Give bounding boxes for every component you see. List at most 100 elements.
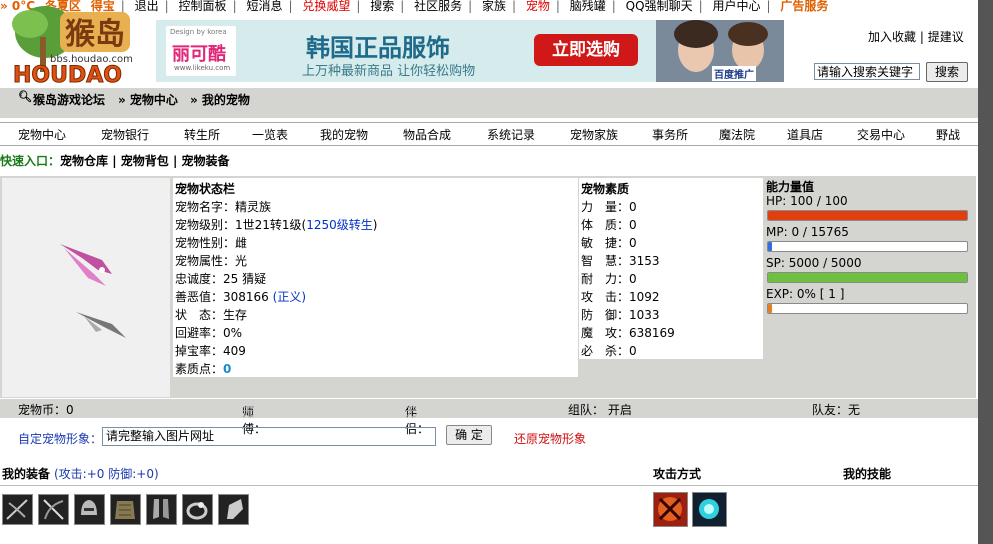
bow-item-icon[interactable] (38, 494, 69, 525)
nav-pet-family[interactable]: 宠物家族 (570, 126, 618, 143)
pet-drop-rate: 掉宝率：409 (175, 344, 246, 358)
helmet-item-icon[interactable] (74, 494, 105, 525)
pet-karma: 善恶值：308166 (正义) (175, 290, 307, 304)
exp-bar-fill (768, 304, 772, 313)
pet-gender: 宠物性别：雌 (175, 236, 248, 250)
exp-bar (767, 303, 968, 314)
nav-field-battle[interactable]: 野战 (936, 126, 960, 143)
armor-item-icon[interactable] (110, 494, 141, 525)
rebirth-link[interactable]: 1250级转生 (306, 218, 373, 232)
pet-dodge: 回避率：0% (175, 326, 243, 340)
search-input[interactable]: 请输入搜索关键字 (814, 63, 920, 80)
pet-team: 组队： 开启 (568, 403, 632, 417)
nav-office[interactable]: 事务所 (652, 126, 688, 143)
banner-buy-button[interactable]: 立即选购 (534, 34, 638, 66)
banner-brand: 丽可酷 (172, 44, 226, 65)
sp-label: SP: 5000 / 5000 (766, 256, 862, 270)
hp-bar (767, 210, 968, 221)
crossbow-item-icon[interactable] (2, 494, 33, 525)
quality-defense: 防 御：1033 (581, 308, 660, 322)
nav-rebirth[interactable]: 转生所 (184, 126, 220, 143)
pet-level: 宠物级别：1世21转1级(1250级转生) (175, 218, 378, 232)
nav-pet-bank[interactable]: 宠物银行 (101, 126, 149, 143)
nav-trade-center[interactable]: 交易中心 (857, 126, 905, 143)
attack-mode-title: 攻击方式 (653, 467, 702, 481)
restore-image-link[interactable]: 还原宠物形象 (514, 430, 586, 447)
community-link[interactable]: 社区服务 (414, 0, 462, 13)
breadcrumb-my-pet[interactable]: » 我的宠物 (190, 91, 250, 108)
scrollbar-gutter (978, 0, 993, 544)
breadcrumb: 🔍︎ 猴岛游戏论坛 » 宠物中心 » 我的宠物 (0, 88, 978, 118)
search-icon: 🔍︎ (18, 90, 32, 103)
nav-pet-center[interactable]: 宠物中心 (18, 126, 66, 143)
logo-brand: HOUDAO (13, 63, 122, 88)
mp-label: MP: 0 / 15765 (766, 225, 849, 239)
pet-link[interactable]: 宠物 (526, 0, 550, 13)
sp-bar-fill (768, 273, 967, 282)
main-nav: 宠物中心 宠物银行 转生所 一览表 我的宠物 物品合成 系统记录 宠物家族 事务… (0, 122, 978, 146)
pet-points: 素质点：0 (175, 362, 232, 376)
quick-equipment-link[interactable]: 宠物装备 (182, 154, 230, 168)
banner-brand-box: Design by korea 丽可酷 www.likeku.com (166, 26, 236, 76)
quality-strength: 力 量：0 (581, 200, 637, 214)
quality-title: 宠物素质 (581, 182, 630, 196)
image-url-input[interactable]: 请完整输入图片网址 (102, 427, 436, 446)
qq-chat-link[interactable]: QQ强制聊天 (626, 0, 693, 13)
banner-brand-sub: Design by korea (170, 28, 227, 36)
gauntlet-item-icon[interactable] (218, 494, 249, 525)
sp-bar (767, 272, 968, 283)
ad-banner[interactable]: Design by korea 丽可酷 www.likeku.com 韩国正品服… (156, 20, 784, 82)
attack-mode-icon[interactable] (653, 492, 688, 527)
add-favorite-link[interactable]: 加入收藏 (868, 30, 916, 44)
pet-coin: 宠物币：0 (18, 403, 74, 417)
pet-teammate: 队友：无 (812, 403, 861, 417)
nav-overview[interactable]: 一览表 (252, 126, 288, 143)
quick-warehouse-link[interactable]: 宠物仓库 (60, 154, 108, 168)
nav-synthesis[interactable]: 物品合成 (403, 126, 451, 143)
mp-bar (767, 241, 968, 252)
breadcrumb-forum[interactable]: 猴岛游戏论坛 (33, 91, 105, 108)
quality-attack: 攻 击：1092 (581, 290, 660, 304)
suggest-link[interactable]: 提建议 (928, 30, 964, 44)
quality-critical: 必 杀：0 (581, 344, 637, 358)
exchange-link[interactable]: 兑换威望 (302, 0, 350, 13)
confirm-button[interactable]: 确 定 (446, 425, 492, 445)
quick-entry: 快速入口：宠物仓库 | 宠物背包 | 宠物装备 (0, 154, 230, 168)
equipment-stats: (攻击:+0 防御:+0) (54, 467, 159, 481)
breadcrumb-pet-center[interactable]: » 宠物中心 (118, 91, 178, 108)
family-link[interactable]: 家族 (482, 0, 506, 13)
status-title: 宠物状态栏 (175, 182, 236, 196)
pet-attribute: 宠物属性：光 (175, 254, 248, 268)
boots-item-icon[interactable] (146, 494, 177, 525)
nav-my-pet[interactable]: 我的宠物 (320, 126, 368, 143)
quality-agility: 敏 捷：0 (581, 236, 637, 250)
banner-headline: 韩国正品服饰 (306, 34, 450, 62)
hp-bar-fill (768, 211, 967, 220)
equipment-title: 我的装备 (2, 467, 51, 481)
site-logo[interactable]: 猴岛 bbs.houdao.com HOUDAO (5, 2, 155, 89)
hp-label: HP: 100 / 100 (766, 194, 848, 208)
pet-info-bar: 宠物币：0 师傅：无 伴侣：无 组队： 开启 队友：无 (0, 399, 978, 436)
quick-backpack-link[interactable]: 宠物背包 (121, 154, 169, 168)
pet-loyalty: 忠诚度：25 猜疑 (175, 272, 267, 286)
nav-system-log[interactable]: 系统记录 (487, 126, 535, 143)
banner-site: www.likeku.com (174, 64, 231, 72)
pet-name: 宠物名字：精灵族 (175, 200, 272, 214)
header-links: 加入收藏 | 提建议 (868, 30, 964, 44)
control-panel-link[interactable]: 控制面板 (179, 0, 227, 13)
user-center-link[interactable]: 用户中心 (712, 0, 760, 13)
ring-item-icon[interactable] (182, 494, 213, 525)
karma-link[interactable]: (正义) (273, 290, 306, 304)
exp-label: EXP: 0% [ 1 ] (766, 287, 845, 301)
mp-bar-fill (768, 242, 772, 251)
ad-service-link[interactable]: 广告服务 (780, 0, 828, 13)
equipment-header: 我的装备 (攻击:+0 防御:+0) 攻击方式 我的技能 (0, 463, 978, 486)
skill-orb-icon[interactable] (692, 492, 727, 527)
messages-link[interactable]: 短消息 (246, 0, 282, 13)
brain-jar-link[interactable]: 脑残罐 (570, 0, 606, 13)
nav-magic-hall[interactable]: 魔法院 (719, 126, 755, 143)
search-button[interactable]: 搜索 (926, 62, 968, 82)
nav-item-shop[interactable]: 道具店 (787, 126, 823, 143)
logo-text: 猴岛 (65, 17, 125, 52)
search-link[interactable]: 搜索 (370, 0, 394, 13)
